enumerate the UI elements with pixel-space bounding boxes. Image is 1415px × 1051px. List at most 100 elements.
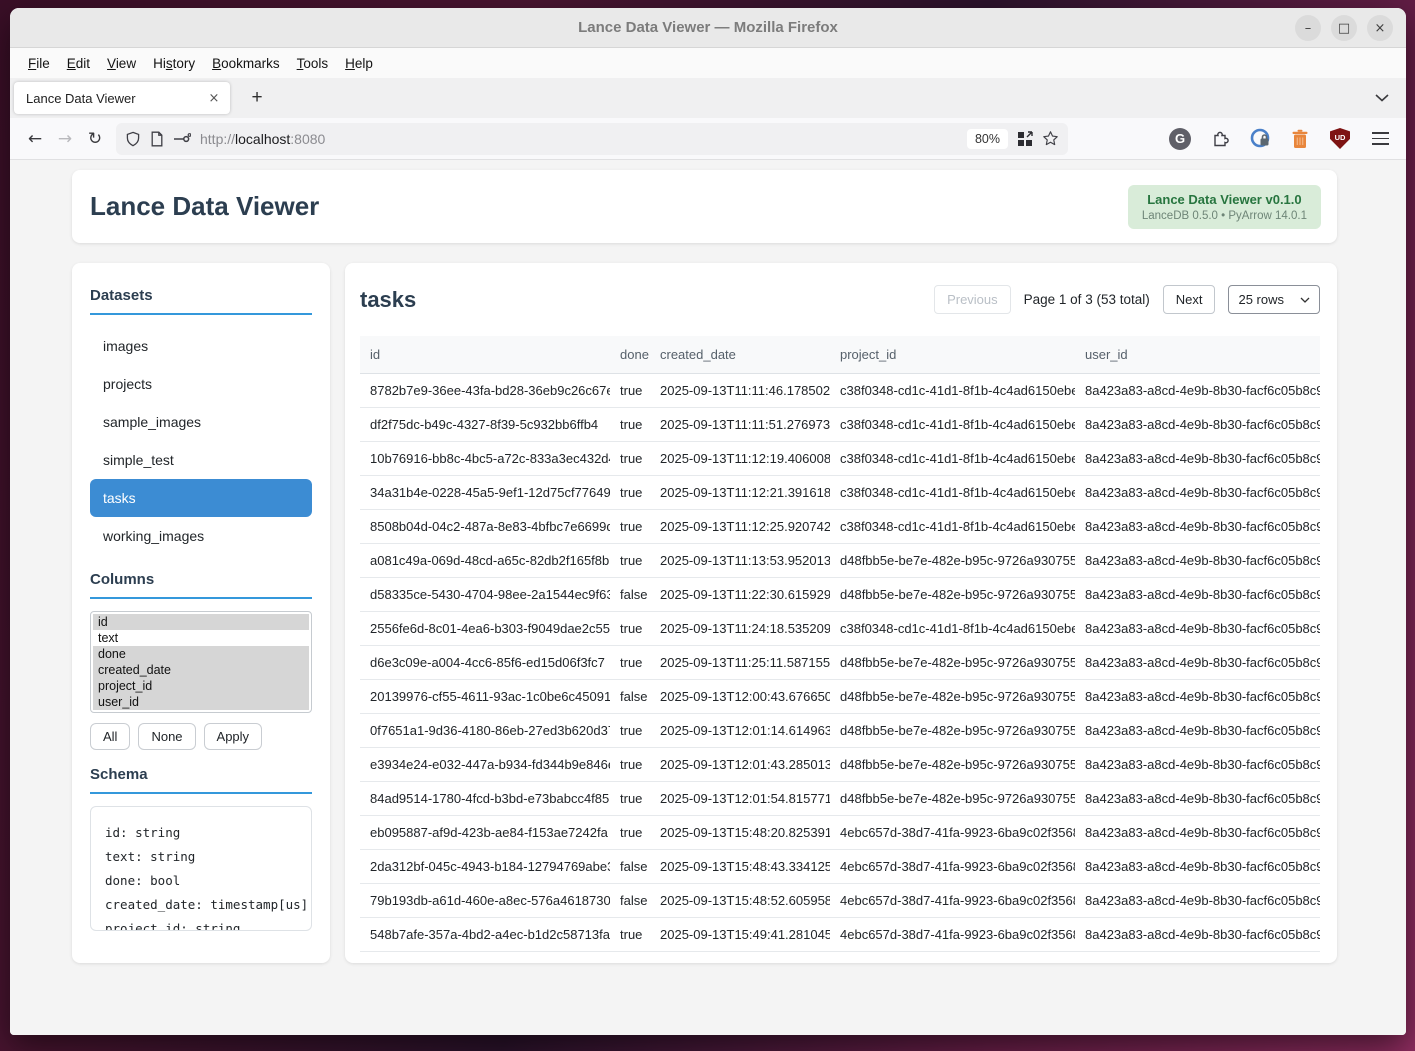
- table-cell: 4ebc657d-38d7-41fa-9923-6ba9c02f3568: [830, 884, 1075, 918]
- forward-button[interactable]: →: [50, 124, 80, 154]
- table-cell: 8a423a83-a8cd-4e9b-8b30-facf6c05b8c9: [1075, 816, 1320, 850]
- tab-lance-data-viewer[interactable]: Lance Data Viewer ×: [14, 82, 230, 114]
- table-cell: 8a423a83-a8cd-4e9b-8b30-facf6c05b8c9: [1075, 884, 1320, 918]
- table-cell: 8a423a83-a8cd-4e9b-8b30-facf6c05b8c9: [1075, 680, 1320, 714]
- table-cell: true: [610, 374, 650, 408]
- ublock-extension-icon[interactable]: UD: [1328, 127, 1352, 151]
- previous-page-button[interactable]: Previous: [934, 285, 1011, 314]
- table-row[interactable]: 2556fe6d-8c01-4ea6-b303-f9049dae2c55true…: [360, 612, 1320, 646]
- main-header: tasks Previous Page 1 of 3 (53 total) Ne…: [360, 281, 1320, 314]
- menu-bookmarks[interactable]: Bookmarks: [212, 56, 280, 71]
- columns-select[interactable]: idtextdonecreated_dateproject_iduser_id: [90, 611, 312, 713]
- maximize-button[interactable]: □: [1331, 15, 1357, 41]
- containers-icon[interactable]: [1017, 131, 1033, 147]
- minimize-button[interactable]: –: [1295, 15, 1321, 41]
- table-cell: 2025-09-13T11:12:25.920742: [650, 510, 830, 544]
- url-bar[interactable]: http://localhost:8080 80%: [116, 123, 1068, 155]
- dataset-item-tasks[interactable]: tasks: [90, 479, 312, 517]
- dataset-item-simple_test[interactable]: simple_test: [90, 441, 312, 479]
- page-size-select[interactable]: 25 rows: [1228, 285, 1320, 314]
- column-option-project_id[interactable]: project_id: [93, 678, 309, 694]
- menu-tools[interactable]: Tools: [297, 56, 329, 71]
- ublock-shield-icon: UD: [1330, 128, 1350, 149]
- table-cell: true: [610, 442, 650, 476]
- table-cell: false: [610, 850, 650, 884]
- tab-close-icon[interactable]: ×: [204, 88, 224, 108]
- url-scheme: http://: [200, 131, 235, 147]
- trash-extension-icon[interactable]: [1288, 127, 1312, 151]
- new-tab-button[interactable]: +: [242, 83, 272, 113]
- table-cell: 2025-09-13T11:24:18.535209: [650, 612, 830, 646]
- back-button[interactable]: ←: [20, 124, 50, 154]
- table-cell: 8a423a83-a8cd-4e9b-8b30-facf6c05b8c9: [1075, 748, 1320, 782]
- table-row[interactable]: d6e3c09e-a004-4cc6-85f6-ed15d06f3fc7true…: [360, 646, 1320, 680]
- dataset-item-sample_images[interactable]: sample_images: [90, 403, 312, 441]
- privacy-clock-extension-icon[interactable]: [1248, 127, 1272, 151]
- grammar-extension-icon[interactable]: G: [1168, 127, 1192, 151]
- table-row[interactable]: 0f7651a1-9d36-4180-86eb-27ed3b620d37true…: [360, 714, 1320, 748]
- column-option-text[interactable]: text: [93, 630, 309, 646]
- menu-file[interactable]: File: [28, 56, 50, 71]
- table-row[interactable]: a081c49a-069d-48cd-a65c-82db2f165f8btrue…: [360, 544, 1320, 578]
- select-all-button[interactable]: All: [90, 723, 130, 750]
- table-row[interactable]: 548b7afe-357a-4bd2-a4ec-b1d2c58713fatrue…: [360, 918, 1320, 952]
- menu-view[interactable]: View: [107, 56, 136, 71]
- table-row[interactable]: 34a31b4e-0228-45a5-9ef1-12d75cf77649true…: [360, 476, 1320, 510]
- shield-icon[interactable]: [125, 131, 141, 147]
- column-option-id[interactable]: id: [93, 614, 309, 630]
- table-cell: d48fbb5e-be7e-482e-b95c-9726a9307553: [830, 578, 1075, 612]
- table-cell: true: [610, 782, 650, 816]
- table-cell: 2025-09-13T12:01:54.815771: [650, 782, 830, 816]
- table-cell: d58335ce-5430-4704-98ee-2a1544ec9f63: [360, 578, 610, 612]
- table-cell: 8a423a83-a8cd-4e9b-8b30-facf6c05b8c9: [1075, 442, 1320, 476]
- list-tabs-button[interactable]: [1368, 84, 1396, 112]
- menu-bar: File Edit View History Bookmarks Tools Help: [10, 48, 1406, 78]
- table-row[interactable]: 8508b04d-04c2-487a-8e83-4bfbc7e6699dtrue…: [360, 510, 1320, 544]
- menu-history[interactable]: History: [153, 56, 195, 71]
- table-cell: 548b7afe-357a-4bd2-a4ec-b1d2c58713fa: [360, 918, 610, 952]
- table-cell: c38f0348-cd1c-41d1-8f1b-4c4ad6150ebe: [830, 510, 1075, 544]
- table-row[interactable]: 79b193db-a61d-460e-a8ec-576a4618730bfals…: [360, 884, 1320, 918]
- table-row[interactable]: df2f75dc-b49c-4327-8f39-5c932bb6ffb4true…: [360, 408, 1320, 442]
- table-row[interactable]: 84ad9514-1780-4fcd-b3bd-e73babcc4f85true…: [360, 782, 1320, 816]
- menu-help[interactable]: Help: [345, 56, 373, 71]
- table-cell: false: [610, 680, 650, 714]
- app-header-card: Lance Data Viewer Lance Data Viewer v0.1…: [72, 170, 1337, 243]
- permissions-icon[interactable]: [173, 132, 191, 146]
- dataset-item-projects[interactable]: projects: [90, 365, 312, 403]
- column-option-done[interactable]: done: [93, 646, 309, 662]
- table-row[interactable]: 8782b7e9-36ee-43fa-bd28-36eb9c26c67etrue…: [360, 374, 1320, 408]
- page-info-icon[interactable]: [150, 131, 164, 147]
- table-cell: a081c49a-069d-48cd-a65c-82db2f165f8b: [360, 544, 610, 578]
- zoom-level-button[interactable]: 80%: [967, 129, 1008, 149]
- reload-button[interactable]: ↻: [80, 124, 110, 154]
- table-row[interactable]: 20139976-cf55-4611-93ac-1c0be6c45091fals…: [360, 680, 1320, 714]
- table-cell: 79b193db-a61d-460e-a8ec-576a4618730b: [360, 884, 610, 918]
- dataset-item-images[interactable]: images: [90, 327, 312, 365]
- table-row[interactable]: d58335ce-5430-4704-98ee-2a1544ec9f63fals…: [360, 578, 1320, 612]
- next-page-button[interactable]: Next: [1163, 285, 1216, 314]
- column-option-user_id[interactable]: user_id: [93, 694, 309, 710]
- column-option-created_date[interactable]: created_date: [93, 662, 309, 678]
- table-row[interactable]: 2da312bf-045c-4943-b184-12794769abe3fals…: [360, 850, 1320, 884]
- column-header-created_date: created_date: [650, 336, 830, 374]
- table-header-row: iddonecreated_dateproject_iduser_id: [360, 336, 1320, 374]
- app-menu-button[interactable]: [1368, 127, 1392, 151]
- dataset-item-working_images[interactable]: working_images: [90, 517, 312, 555]
- url-host: localhost: [235, 131, 290, 147]
- menu-edit[interactable]: Edit: [67, 56, 90, 71]
- apply-columns-button[interactable]: Apply: [204, 723, 263, 750]
- window-titlebar[interactable]: Lance Data Viewer — Mozilla Firefox – □ …: [10, 8, 1406, 48]
- select-none-button[interactable]: None: [138, 723, 195, 750]
- table-cell: 2025-09-13T11:11:46.178502: [650, 374, 830, 408]
- bookmark-star-icon[interactable]: [1042, 130, 1059, 147]
- extensions-puzzle-icon[interactable]: [1208, 127, 1232, 151]
- table-cell: c38f0348-cd1c-41d1-8f1b-4c4ad6150ebe: [830, 374, 1075, 408]
- column-header-id: id: [360, 336, 610, 374]
- table-row[interactable]: 10b76916-bb8c-4bc5-a72c-833a3ec432d4true…: [360, 442, 1320, 476]
- close-button[interactable]: ×: [1367, 15, 1393, 41]
- table-cell: 2025-09-13T11:25:11.587155: [650, 646, 830, 680]
- tab-title: Lance Data Viewer: [26, 91, 204, 106]
- table-row[interactable]: e3934e24-e032-447a-b934-fd344b9e846etrue…: [360, 748, 1320, 782]
- table-row[interactable]: eb095887-af9d-423b-ae84-f153ae7242fatrue…: [360, 816, 1320, 850]
